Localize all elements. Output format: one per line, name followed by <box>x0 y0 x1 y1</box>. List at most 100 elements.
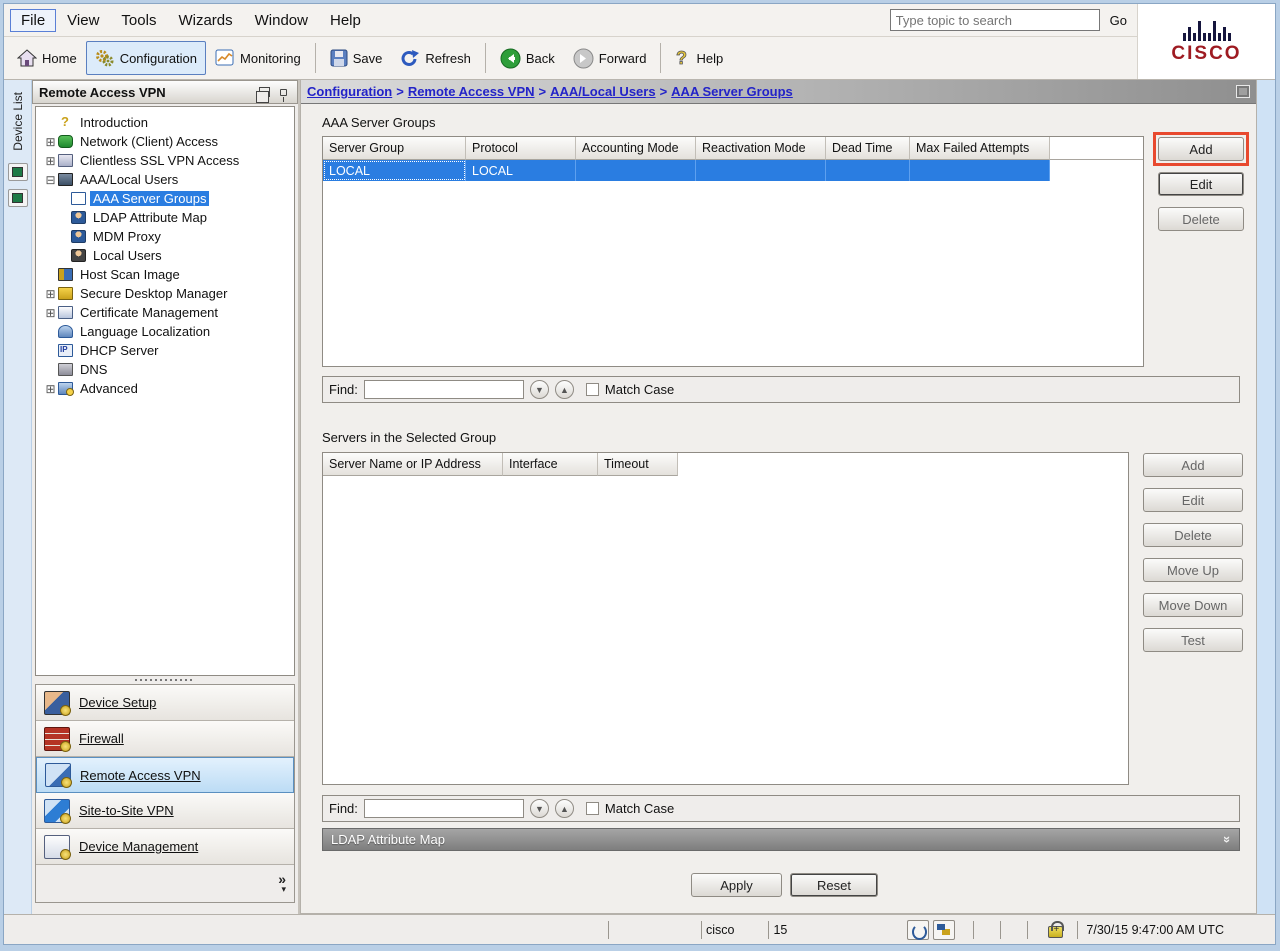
status-refresh-icon[interactable] <box>907 920 929 940</box>
col-dead-time[interactable]: Dead Time <box>826 137 910 160</box>
monitoring-button[interactable]: Monitoring <box>206 41 310 75</box>
apply-button[interactable]: Apply <box>691 873 782 897</box>
tree-item-host-scan-image[interactable]: Host Scan Image <box>44 265 292 284</box>
menu-help[interactable]: Help <box>319 9 372 32</box>
tree-item-aaa-local-users[interactable]: ⊟AAA/Local Users <box>44 170 292 189</box>
menu-file[interactable]: File <box>10 9 56 32</box>
col-server-name[interactable]: Server Name or IP Address <box>323 453 503 476</box>
device-icon[interactable] <box>8 163 28 181</box>
back-arrow-icon <box>500 48 521 69</box>
home-button[interactable]: Home <box>8 41 86 75</box>
nav-device-setup[interactable]: Device Setup <box>36 685 294 721</box>
status-device-icon[interactable] <box>933 920 955 940</box>
tree-item-secure-desktop-manager[interactable]: ⊞Secure Desktop Manager <box>44 284 292 303</box>
forward-button[interactable]: Forward <box>564 41 656 75</box>
cisco-logo-text: CISCO <box>1171 43 1241 65</box>
col-interface[interactable]: Interface <box>503 453 598 476</box>
server-edit-button[interactable]: Edit <box>1143 488 1243 512</box>
server-add-button[interactable]: Add <box>1143 453 1243 477</box>
device-list-strip: Device List <box>4 80 32 914</box>
find-next-icon[interactable]: ▼ <box>530 380 549 399</box>
expand-icon[interactable]: ⊞ <box>44 287 57 301</box>
tree-item-clientless-ssl-vpn[interactable]: ⊞Clientless SSL VPN Access <box>44 151 292 170</box>
back-button[interactable]: Back <box>491 41 564 75</box>
server-groups-table[interactable]: Server Group Protocol Accounting Mode Re… <box>322 136 1144 367</box>
breadcrumb-aaa-local-users[interactable]: AAA/Local Users <box>550 84 655 99</box>
expand-icon[interactable]: ⊞ <box>44 154 57 168</box>
configuration-button[interactable]: Configuration <box>86 41 206 75</box>
status-bar: cisco 15 7/30/15 9:47:00 AM UTC <box>4 914 1275 944</box>
tree-item-ldap-attribute-map[interactable]: LDAP Attribute Map <box>44 208 292 227</box>
chevron-down-icon: ▾ <box>281 885 286 893</box>
expand-icon[interactable]: ⊞ <box>44 382 57 396</box>
float-pane-icon[interactable] <box>259 87 270 97</box>
tree-item-aaa-server-groups[interactable]: AAA Server Groups <box>44 189 292 208</box>
tree-item-certificate-management[interactable]: ⊞Certificate Management <box>44 303 292 322</box>
tree-item-mdm-proxy[interactable]: MDM Proxy <box>44 227 292 246</box>
col-protocol[interactable]: Protocol <box>466 137 576 160</box>
group-delete-button[interactable]: Delete <box>1158 207 1244 231</box>
expand-icon[interactable]: ⊞ <box>44 306 57 320</box>
col-max-failed[interactable]: Max Failed Attempts <box>910 137 1050 160</box>
firewall-icon <box>44 727 70 751</box>
expand-icon[interactable]: ⊞ <box>44 135 57 149</box>
col-reactivation-mode[interactable]: Reactivation Mode <box>696 137 826 160</box>
match-case-checkbox[interactable] <box>586 802 599 815</box>
menu-wizards[interactable]: Wizards <box>167 9 243 32</box>
find-next-icon[interactable]: ▼ <box>530 799 549 818</box>
menu-window[interactable]: Window <box>244 9 319 32</box>
refresh-button[interactable]: Refresh <box>391 41 480 75</box>
find-input[interactable] <box>364 380 524 399</box>
expand-section-chevron-icon: » <box>1220 836 1235 843</box>
col-server-group[interactable]: Server Group <box>323 137 466 160</box>
match-case-checkbox[interactable] <box>586 383 599 396</box>
collapse-icon[interactable]: ⊟ <box>44 173 57 187</box>
save-button[interactable]: Save <box>321 41 392 75</box>
nav-overflow-area[interactable]: »▾ <box>36 865 294 902</box>
pin-pane-icon[interactable] <box>280 89 287 96</box>
group-edit-button[interactable]: Edit <box>1158 172 1244 196</box>
question-icon <box>58 116 73 129</box>
find-input[interactable] <box>364 799 524 818</box>
group-add-button[interactable]: Add <box>1158 137 1244 161</box>
tree-item-introduction[interactable]: Introduction <box>44 113 292 132</box>
tree-item-dhcp-server[interactable]: DHCP Server <box>44 341 292 360</box>
breadcrumb-configuration[interactable]: Configuration <box>307 84 392 99</box>
server-move-down-button[interactable]: Move Down <box>1143 593 1243 617</box>
nav-firewall[interactable]: Firewall <box>36 721 294 757</box>
breadcrumb-remote-access-vpn[interactable]: Remote Access VPN <box>408 84 535 99</box>
tree-item-network-client-access[interactable]: ⊞Network (Client) Access <box>44 132 292 151</box>
find-prev-icon[interactable]: ▲ <box>555 799 574 818</box>
device-setup-icon <box>44 691 70 715</box>
servers-table[interactable]: Server Name or IP Address Interface Time… <box>322 452 1129 785</box>
help-button[interactable]: ? Help <box>666 41 732 75</box>
sidebar-splitter[interactable] <box>32 676 298 684</box>
ldap-attribute-map-section[interactable]: LDAP Attribute Map » <box>322 828 1240 851</box>
ssl-lock-icon <box>1048 926 1063 938</box>
nav-remote-access-vpn[interactable]: Remote Access VPN <box>36 757 294 793</box>
sidebar-title-bar: Remote Access VPN <box>32 80 298 104</box>
device-list-tab[interactable]: Device List <box>11 88 25 155</box>
menu-view[interactable]: View <box>56 9 110 32</box>
server-delete-button[interactable]: Delete <box>1143 523 1243 547</box>
server-test-button[interactable]: Test <box>1143 628 1243 652</box>
nav-device-management[interactable]: Device Management <box>36 829 294 865</box>
topic-search-input[interactable] <box>890 9 1100 31</box>
restore-pane-button[interactable] <box>1236 85 1250 98</box>
tree-item-dns[interactable]: DNS <box>44 360 292 379</box>
col-accounting-mode[interactable]: Accounting Mode <box>576 137 696 160</box>
tree-item-language-localization[interactable]: Language Localization <box>44 322 292 341</box>
col-timeout[interactable]: Timeout <box>598 453 678 476</box>
table-row-local[interactable]: LOCAL LOCAL <box>323 160 1143 181</box>
mdm-proxy-icon <box>71 230 86 243</box>
nav-site-to-site-vpn[interactable]: Site-to-Site VPN <box>36 793 294 829</box>
reset-button[interactable]: Reset <box>790 873 878 897</box>
tree-item-advanced[interactable]: ⊞Advanced <box>44 379 292 398</box>
server-move-up-button[interactable]: Move Up <box>1143 558 1243 582</box>
find-prev-icon[interactable]: ▲ <box>555 380 574 399</box>
search-go-button[interactable]: Go <box>1100 13 1137 28</box>
device-icon[interactable] <box>8 189 28 207</box>
menu-tools[interactable]: Tools <box>110 9 167 32</box>
breadcrumb-aaa-server-groups[interactable]: AAA Server Groups <box>671 84 793 99</box>
tree-item-local-users[interactable]: Local Users <box>44 246 292 265</box>
